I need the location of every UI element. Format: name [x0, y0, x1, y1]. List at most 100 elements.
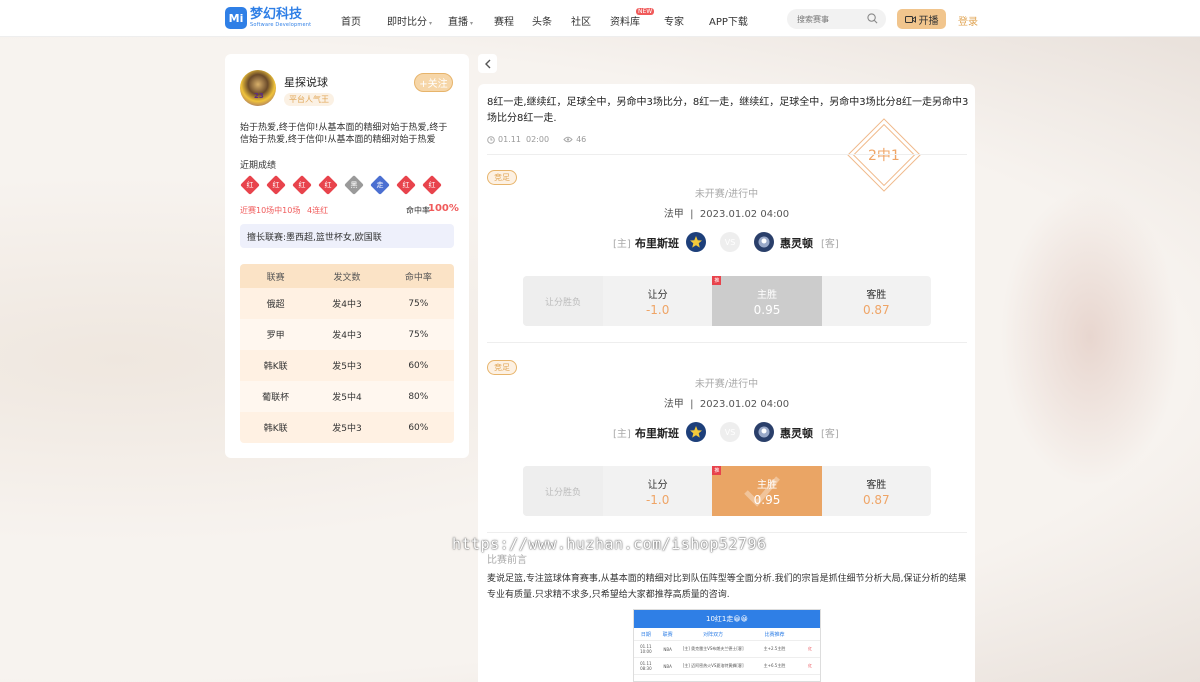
- table-cell: 01.11 08:30: [640, 661, 652, 671]
- table-cell: 发4中3: [332, 300, 362, 310]
- preview-title: 比赛前言: [487, 555, 527, 566]
- away-team-name[interactable]: 惠灵顿: [780, 425, 813, 441]
- nav-item-live-score[interactable]: 即时比分 ▾: [387, 13, 432, 28]
- match-datetime: 2023.01.02 04:00: [699, 399, 790, 410]
- column-header: 对阵双方: [703, 631, 724, 638]
- odds-option-away-win[interactable]: 客胜 0.87: [822, 466, 931, 516]
- chevron-down-icon: ▾: [429, 20, 433, 27]
- table-row: 俄超 发4中3 75%: [240, 288, 454, 319]
- odds-option-handicap[interactable]: 让分 -1.0: [603, 466, 712, 516]
- match-info: 法甲 | 2023.01.02 04:00: [663, 399, 790, 410]
- result-badge: 红: [422, 175, 442, 195]
- specialty-leagues: 擅长联赛:墨西超,篮世杯女,欧国联: [240, 224, 454, 248]
- odds-value: 0.95: [753, 302, 781, 317]
- logo-mark: Mi: [225, 7, 247, 29]
- odds-title: 主胜: [756, 289, 777, 301]
- star-icon[interactable]: [686, 232, 706, 252]
- article-date: 01.11: [498, 135, 521, 144]
- table-cell: 75%: [408, 298, 429, 309]
- result-badge: 红: [292, 175, 312, 195]
- result-badge: 走: [370, 175, 390, 195]
- table-row: 01.11 10:00 NBA [主] 奥克雷主VS布朗夫兰德士[客] 主+2.5主胜…: [634, 641, 820, 658]
- expert-bio: 始于热爱,终于信仰!从基本面的精细对始于热爱,终于信始于热爱,终于信仰!从基本面…: [240, 123, 448, 145]
- odds-option-away-win[interactable]: 客胜 0.87: [822, 276, 931, 326]
- nav-item-live[interactable]: 直播 ▾: [448, 13, 473, 28]
- team-crest-icon[interactable]: [754, 232, 774, 252]
- odds-option-home-win[interactable]: 推主胜 0.95: [712, 276, 822, 326]
- match-datetime: 2023.01.02 04:00: [699, 209, 790, 220]
- results-image-columns: 日期 联赛 对阵双方 比赛推荐: [634, 628, 820, 641]
- odds-title: 让分: [647, 289, 668, 301]
- popularity-badge: 平台人气王: [284, 93, 334, 106]
- follow-button[interactable]: +关注: [414, 73, 453, 92]
- nav-item-headlines[interactable]: 头条: [532, 13, 552, 28]
- odds-title: 客胜: [866, 479, 887, 491]
- nav-item-app-download[interactable]: APP下载: [709, 13, 748, 28]
- recommend-badge: 推: [712, 466, 722, 475]
- table-row: 葡联杯 发5中4 80%: [240, 381, 454, 412]
- odds-option-home-win[interactable]: 推主胜 0.95: [712, 466, 822, 516]
- column-header: 发文数: [333, 272, 361, 283]
- league-name: 法甲: [663, 399, 684, 410]
- odds-panel: 让分胜负 让分 -1.0 推主胜 0.95 客胜 0.87: [523, 276, 931, 326]
- home-team-name[interactable]: 布里斯班: [635, 235, 679, 251]
- chevron-down-icon: ▾: [470, 20, 474, 27]
- hit-rate-label: 命中率: [406, 206, 430, 215]
- streak-text: 近赛10场中10场: [240, 206, 301, 215]
- column-header: 比赛推荐: [764, 631, 785, 638]
- table-cell: 红: [808, 663, 813, 668]
- nav-item-schedule[interactable]: 赛程: [494, 13, 514, 28]
- streak-count: 4连红: [307, 206, 329, 215]
- nav-item-experts[interactable]: 专家: [664, 13, 684, 28]
- result-badge: 黑: [344, 175, 364, 195]
- search-icon[interactable]: [867, 13, 878, 24]
- expert-name[interactable]: 星探说球: [284, 74, 328, 90]
- match-teams: [主] 布里斯班 VS 惠灵顿 [客]: [478, 230, 975, 254]
- home-team-name[interactable]: 布里斯班: [635, 425, 679, 441]
- star-icon[interactable]: [686, 422, 706, 442]
- result-label: 红: [324, 181, 332, 189]
- table-row: 韩K联 发5中3 60%: [240, 412, 454, 443]
- result-label: 红: [402, 181, 410, 189]
- result-label: 黑: [350, 181, 358, 189]
- odds-value: -1.0: [645, 492, 670, 507]
- odds-panel: 让分胜负 让分 -1.0 推主胜 0.95 客胜 0.87: [523, 466, 931, 516]
- avatar[interactable]: 23: [240, 70, 276, 106]
- login-link[interactable]: 登录: [958, 13, 978, 28]
- odds-title: 客胜: [866, 289, 887, 301]
- clock-icon: [487, 135, 495, 144]
- search-input[interactable]: [797, 9, 867, 29]
- table-row: 01.11 08:30 NBA [主] 迈阿密热火VS夏洛特黄蜂[客] 主+6.5主胜…: [634, 658, 820, 675]
- table-cell: 80%: [408, 391, 429, 402]
- table-cell: 发5中3: [332, 362, 362, 372]
- away-tag: [客]: [821, 429, 839, 440]
- nav-item-home[interactable]: 首页: [341, 13, 361, 28]
- result-badge: 红: [266, 175, 286, 195]
- result-label: 红: [272, 181, 280, 189]
- column-header: 联赛: [662, 631, 673, 638]
- table-cell: 01.11 10:00: [640, 644, 652, 654]
- view-count: 46: [576, 135, 587, 144]
- article-panel: 8红一走,继续红，足球全中，另命中3场比分，8红一走，继续红，足球全中，另命中3…: [478, 84, 975, 682]
- odds-value: 0.87: [862, 492, 890, 507]
- result-badge: 红: [240, 175, 260, 195]
- vs-badge: VS: [720, 232, 740, 252]
- odds-title: 让分: [647, 479, 668, 491]
- table-cell: NBA: [663, 646, 672, 652]
- team-crest-icon[interactable]: [754, 422, 774, 442]
- league-name: 法甲: [663, 209, 684, 220]
- nav-item-community[interactable]: 社区: [571, 13, 591, 28]
- article-time: 02:00: [526, 135, 550, 144]
- odds-label: 让分胜负: [523, 466, 603, 516]
- match-teams: [主] 布里斯班 VS 惠灵顿 [客]: [478, 420, 975, 444]
- nav-item-database[interactable]: 资料库: [610, 13, 640, 28]
- match-info: 法甲 | 2023.01.02 04:00: [663, 209, 790, 220]
- back-button[interactable]: [478, 54, 497, 73]
- odds-option-handicap[interactable]: 让分 -1.0: [603, 276, 712, 326]
- go-live-button[interactable]: 开播: [897, 9, 946, 29]
- recent-results-title: 近期成绩: [240, 161, 277, 171]
- away-team-name[interactable]: 惠灵顿: [780, 235, 813, 251]
- top-navbar: Mi 梦幻科技 Software Development 首页 即时比分 ▾ 直播…: [0, 0, 1200, 37]
- home-tag: [主]: [613, 429, 631, 440]
- site-logo[interactable]: Mi 梦幻科技 Software Development: [225, 7, 311, 29]
